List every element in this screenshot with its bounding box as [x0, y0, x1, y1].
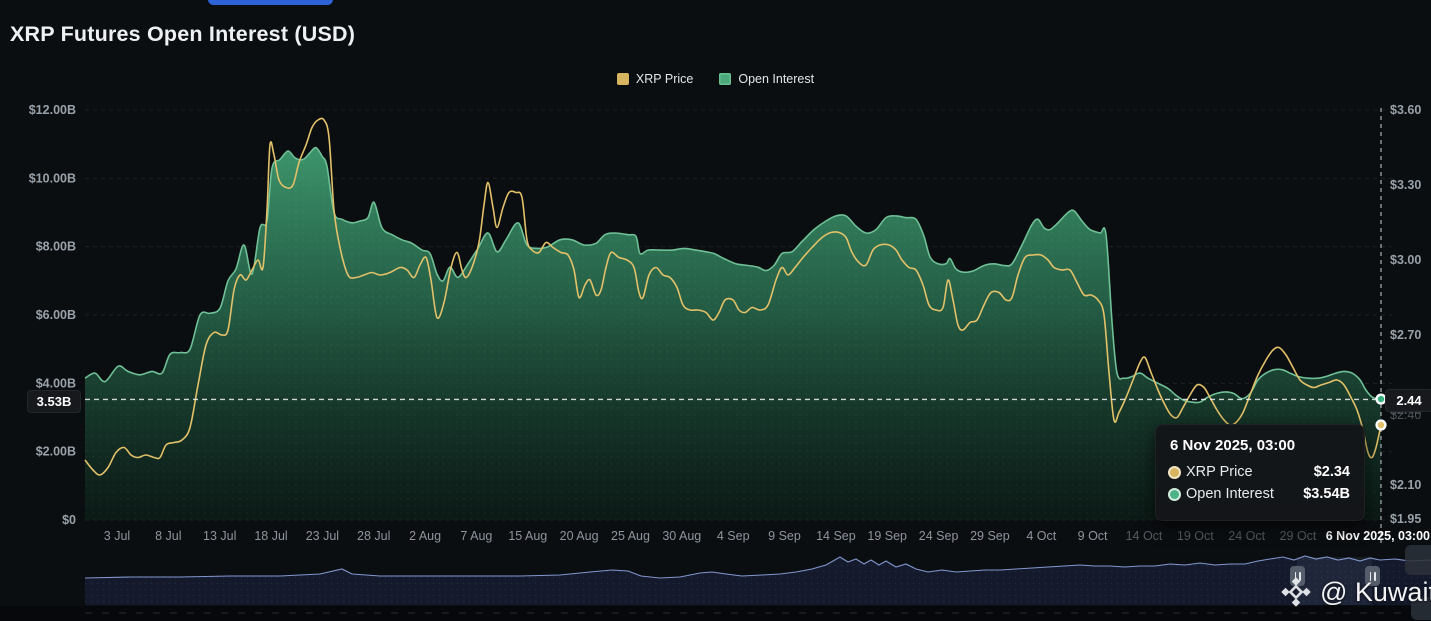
- x-axis-tick: 29 Oct: [1280, 529, 1317, 543]
- y-left-tick: $6.00B: [36, 308, 76, 322]
- x-axis-tick: 4 Oct: [1026, 529, 1056, 543]
- open-interest-last-value-badge: 3.53B: [27, 390, 81, 413]
- tooltip-value: $3.54B: [1303, 486, 1350, 502]
- x-axis-tick: 15 Aug: [508, 529, 547, 543]
- x-axis-tick: 30 Aug: [662, 529, 701, 543]
- y-right-tick: $2.70: [1390, 328, 1421, 342]
- y-left-tick: $8.00B: [36, 240, 76, 254]
- x-axis-tick: 24 Oct: [1228, 529, 1265, 543]
- y-left-tick: $10.00B: [29, 171, 76, 185]
- x-axis-tick: 28 Jul: [357, 529, 390, 543]
- tooltip-label: Open Interest: [1186, 486, 1274, 502]
- x-axis-tick: 13 Jul: [203, 529, 236, 543]
- y-left-tick: $4.00B: [36, 376, 76, 390]
- binance-logo-icon: [1280, 576, 1312, 608]
- legend-item-xrp-price[interactable]: XRP Price: [617, 72, 693, 86]
- x-axis-tick: 14 Oct: [1126, 529, 1163, 543]
- legend-item-open-interest[interactable]: Open Interest: [719, 72, 814, 86]
- tooltip-row-open-interest: Open Interest $3.54B: [1170, 486, 1350, 502]
- legend-label: XRP Price: [636, 72, 693, 86]
- y-right-tick: $3.30: [1390, 178, 1421, 192]
- y-left-tick: $0: [62, 513, 76, 527]
- edge-floating-button[interactable]: [1405, 545, 1431, 575]
- watermark: @ Kuwaity !: [1280, 576, 1431, 608]
- x-axis-tick: 18 Jul: [254, 529, 287, 543]
- x-axis-tick: 25 Aug: [611, 529, 650, 543]
- open-interest-dot-icon: [1170, 490, 1179, 499]
- legend-label: Open Interest: [738, 72, 814, 86]
- x-axis-tick: 14 Sep: [816, 529, 856, 543]
- hover-tooltip: 6 Nov 2025, 03:00 XRP Price $2.34 Open I…: [1155, 424, 1365, 521]
- x-axis-tick: 9 Sep: [768, 529, 801, 543]
- x-axis-tick: 19 Sep: [867, 529, 907, 543]
- navigator-area-texture: [85, 556, 1431, 605]
- x-axis-tick: 19 Oct: [1177, 529, 1214, 543]
- tooltip-row-xrp-price: XRP Price $2.34: [1170, 464, 1350, 480]
- open-interest-swatch-icon: [719, 73, 731, 85]
- y-right-tick: $3.60: [1390, 103, 1421, 117]
- x-axis-tick: 8 Jul: [155, 529, 181, 543]
- x-axis-tick: 7 Aug: [460, 529, 492, 543]
- x-axis-tick: 4 Sep: [717, 529, 750, 543]
- watermark-handle: @ Kuwaity: [1320, 577, 1431, 608]
- y-right-tick: $1.95: [1390, 512, 1421, 526]
- chart-legend: XRP Price Open Interest: [0, 72, 1431, 86]
- x-axis-tick: 23 Jul: [306, 529, 339, 543]
- x-axis-tick: 9 Oct: [1078, 529, 1108, 543]
- xrp-price-dot-icon: [1170, 468, 1179, 477]
- chart-panel: XRP Futures Open Interest (USD) XRP Pric…: [0, 0, 1431, 621]
- x-axis-tick: 3 Jul: [104, 529, 130, 543]
- tooltip-value: $2.34: [1314, 464, 1350, 480]
- xrp-price-swatch-icon: [617, 73, 629, 85]
- y-left-tick: $12.00B: [29, 103, 76, 117]
- x-axis-tick: 29 Sep: [970, 529, 1010, 543]
- x-axis-tick: 20 Aug: [560, 529, 599, 543]
- crosshair-date-label: 6 Nov 2025, 03:00: [1326, 529, 1430, 543]
- y-right-tick: $2.10: [1390, 478, 1421, 492]
- active-tab-fragment[interactable]: [208, 0, 333, 5]
- tooltip-label: XRP Price: [1186, 464, 1253, 480]
- tooltip-timestamp: 6 Nov 2025, 03:00: [1170, 437, 1350, 454]
- y-right-tick: $3.00: [1390, 253, 1421, 267]
- main-chart[interactable]: $12.00B $10.00B $8.00B $6.00B $4.00B $2.00B $0…: [0, 0, 1431, 621]
- xrp-price-hover-dot: [1377, 421, 1386, 430]
- page-title: XRP Futures Open Interest (USD): [10, 22, 355, 47]
- x-axis-tick: 24 Sep: [919, 529, 959, 543]
- xrp-price-last-value-badge: 2.44: [1385, 389, 1431, 412]
- x-axis-tick: 2 Aug: [409, 529, 441, 543]
- y-left-tick: $2.00B: [36, 445, 76, 459]
